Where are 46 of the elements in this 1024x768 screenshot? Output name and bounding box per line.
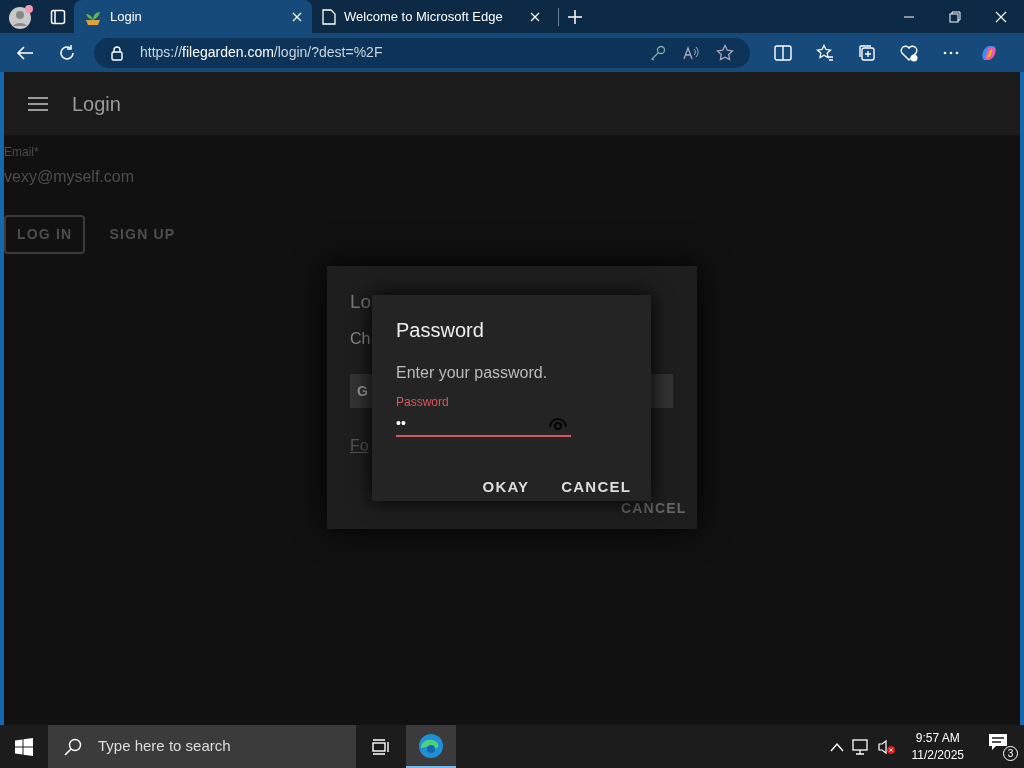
collections-icon[interactable] xyxy=(858,43,876,62)
new-tab-icon[interactable] xyxy=(567,8,583,25)
page-icon xyxy=(322,8,336,25)
browser-tab[interactable]: Login xyxy=(74,0,312,33)
okay-button[interactable]: OKAY xyxy=(474,470,538,505)
read-aloud-icon[interactable] xyxy=(682,44,700,61)
browser-tab[interactable]: Welcome to Microsoft Edge xyxy=(312,0,550,33)
lock-icon xyxy=(110,44,124,61)
page-title: Login xyxy=(72,91,121,117)
profile-avatar-icon[interactable] xyxy=(8,3,34,30)
refresh-icon[interactable] xyxy=(58,43,76,62)
close-icon[interactable] xyxy=(292,11,302,22)
start-icon[interactable] xyxy=(15,737,33,756)
muted-speaker-icon[interactable] xyxy=(877,738,896,755)
network-icon[interactable] xyxy=(851,738,870,755)
task-view-icon[interactable] xyxy=(372,738,390,755)
close-icon[interactable] xyxy=(530,11,540,22)
dialog-text: Ch xyxy=(350,329,371,349)
chevron-up-icon[interactable] xyxy=(829,741,844,752)
favorites-icon[interactable] xyxy=(816,43,834,62)
restore-icon[interactable] xyxy=(947,8,963,25)
favorite-star-icon[interactable] xyxy=(716,43,734,62)
notifications-button[interactable]: 3 xyxy=(988,732,1016,761)
message-icon xyxy=(988,732,1008,751)
tab-title: Welcome to Microsoft Edge xyxy=(344,7,504,26)
dialog-title: Password xyxy=(396,318,485,343)
tab-actions-icon[interactable] xyxy=(50,8,66,25)
dialog-title: Lo xyxy=(350,290,372,314)
copilot-icon[interactable] xyxy=(980,43,998,62)
address-bar[interactable]: https://filegarden.com/login/?dest=%2F xyxy=(94,37,750,68)
field-label: Email* xyxy=(4,144,40,161)
clock[interactable]: 9:57 AM 11/2/2025 xyxy=(903,729,972,764)
menu-icon[interactable] xyxy=(28,96,48,111)
edge-browser-icon[interactable] xyxy=(418,732,444,759)
split-screen-icon[interactable] xyxy=(774,43,792,62)
notification-count: 3 xyxy=(1003,745,1018,761)
tab-title: Login xyxy=(110,7,143,26)
search-icon xyxy=(64,737,82,756)
password-field[interactable]: •• xyxy=(396,411,571,437)
back-icon[interactable] xyxy=(16,44,34,61)
url-text: https://filegarden.com/login/?dest=%2F xyxy=(140,43,384,62)
dialog-text: Enter your password. xyxy=(396,363,549,383)
key-icon[interactable] xyxy=(650,44,666,61)
search-box[interactable]: Type here to search xyxy=(48,725,356,768)
browser-essentials-icon[interactable] xyxy=(900,43,918,62)
field-label: Password xyxy=(396,394,450,411)
